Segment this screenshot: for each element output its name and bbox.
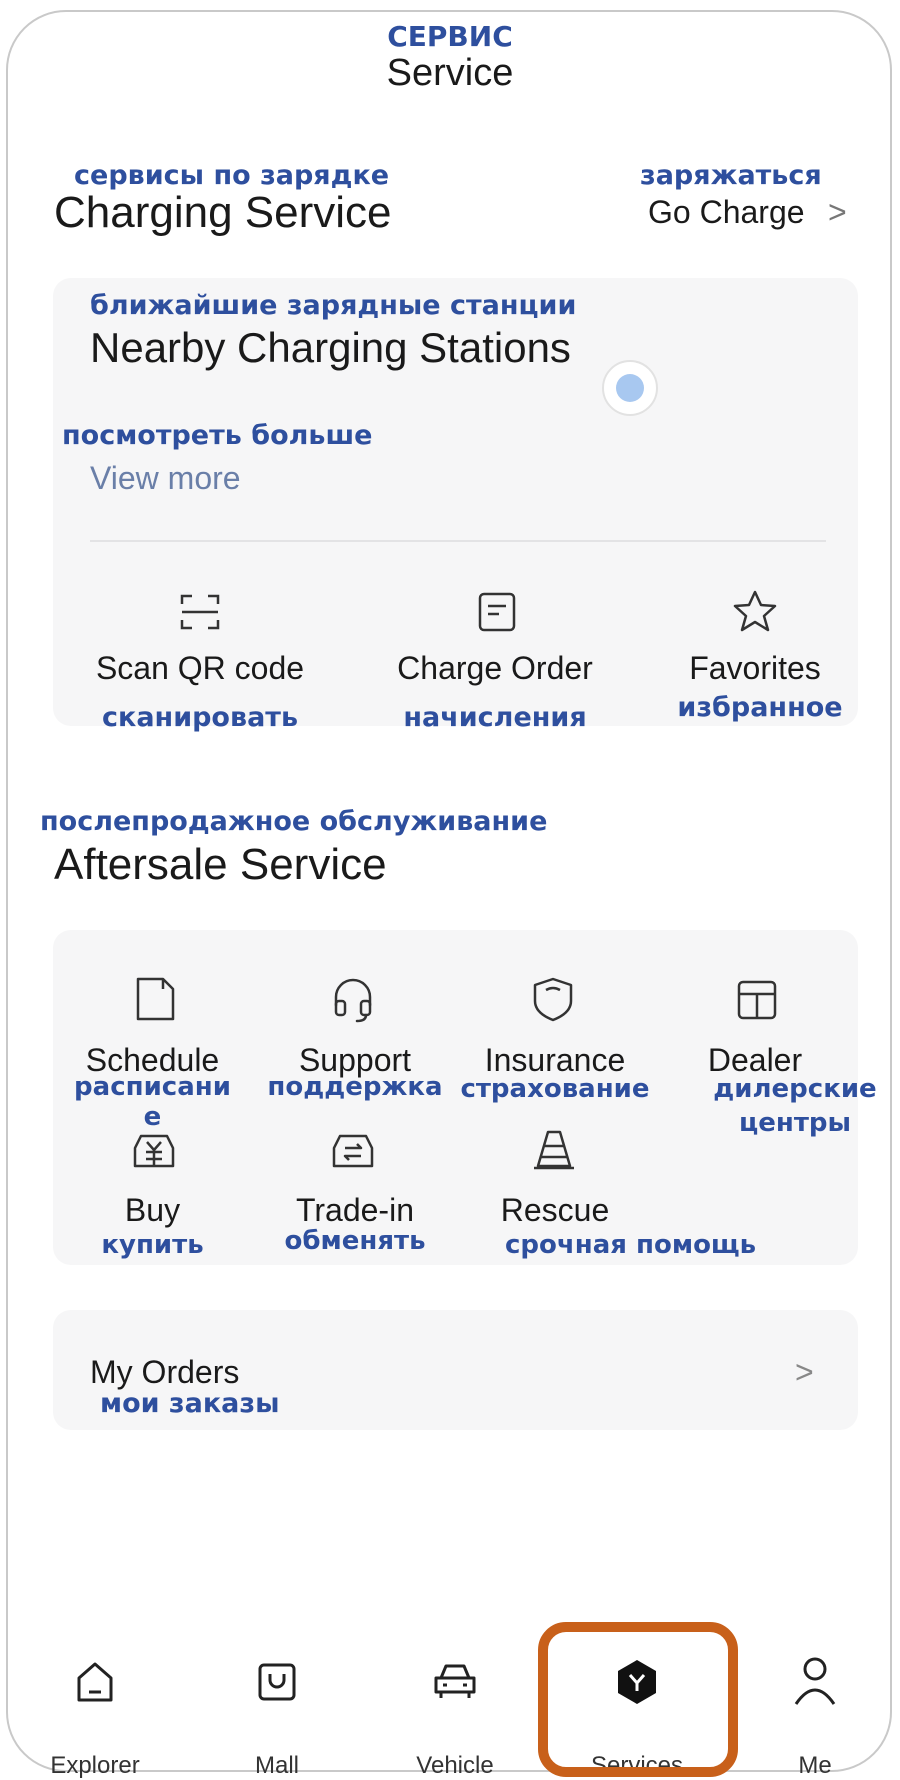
section-title-charging: Charging Service xyxy=(54,188,392,237)
my-orders-label: My Orders xyxy=(90,1354,240,1390)
charge-order-label: Charge Order xyxy=(397,650,593,686)
go-charge-label[interactable]: Go Charge xyxy=(648,194,805,231)
aftersale-title-ru: послепродажное обслуживание xyxy=(40,806,548,837)
chevron-right-icon[interactable]: > xyxy=(795,1354,814,1391)
divider xyxy=(90,540,826,542)
trade-in-label: Trade-in xyxy=(296,1192,414,1228)
headset-icon xyxy=(330,975,376,1023)
dealer-icon xyxy=(735,978,779,1022)
phone-frame xyxy=(6,10,892,1772)
nav-label-vehicle: Vehicle xyxy=(416,1752,494,1779)
section-title-aftersale: Aftersale Service xyxy=(54,840,387,889)
rescue-label-ru: срочная помощь xyxy=(505,1230,757,1260)
person-icon xyxy=(793,1656,837,1706)
star-icon xyxy=(731,588,779,636)
view-more-link[interactable]: View more xyxy=(90,460,241,497)
bag-icon xyxy=(257,1662,297,1702)
car-icon xyxy=(433,1662,477,1702)
nav-label-mall: Mall xyxy=(254,1752,299,1779)
cone-icon xyxy=(532,1128,576,1172)
trade-in-icon xyxy=(330,1128,376,1172)
buy-label-ru: купить xyxy=(101,1230,204,1260)
scan-icon xyxy=(178,590,222,634)
nearby-title: Nearby Charging Stations xyxy=(90,324,571,371)
buy-label: Buy xyxy=(124,1192,181,1228)
location-dot-icon xyxy=(600,358,660,418)
scan-qr-label-ru: сканировать xyxy=(101,702,299,733)
scan-qr-label: Scan QR code xyxy=(95,650,305,686)
home-icon xyxy=(75,1660,115,1704)
dealer-label-ru: дилерские центры xyxy=(713,1074,877,1138)
shield-icon xyxy=(531,975,575,1023)
favorites-label: Favorites xyxy=(689,650,821,686)
favorites-label-ru: избранное xyxy=(677,692,843,723)
my-orders-label-ru: мои заказы xyxy=(100,1388,280,1419)
services-highlight-box xyxy=(538,1622,738,1777)
trade-in-label-ru: обменять xyxy=(284,1226,426,1256)
nearby-title-ru: ближайшие зарядные станции xyxy=(90,290,577,321)
page-title-ru: СЕРВИС xyxy=(387,20,513,53)
view-more-ru: посмотреть больше xyxy=(62,420,373,451)
section-title-ru: сервисы по зарядке xyxy=(74,160,390,191)
order-icon xyxy=(475,590,519,634)
support-label-ru: поддержка xyxy=(267,1072,443,1102)
nav-label-explorer: Explorer xyxy=(50,1752,140,1779)
page-title: Service xyxy=(386,52,514,94)
schedule-label-ru: расписани е xyxy=(74,1072,231,1132)
document-icon xyxy=(133,975,177,1023)
charge-order-label-ru: начисления xyxy=(403,702,587,733)
insurance-label-ru: страхование xyxy=(460,1074,650,1104)
rescue-label: Rescue xyxy=(500,1192,610,1228)
go-charge-label-ru: заряжаться xyxy=(640,160,822,191)
chevron-right-icon[interactable]: > xyxy=(828,194,847,231)
yuan-icon xyxy=(131,1128,177,1172)
nav-label-me: Me xyxy=(798,1752,832,1779)
